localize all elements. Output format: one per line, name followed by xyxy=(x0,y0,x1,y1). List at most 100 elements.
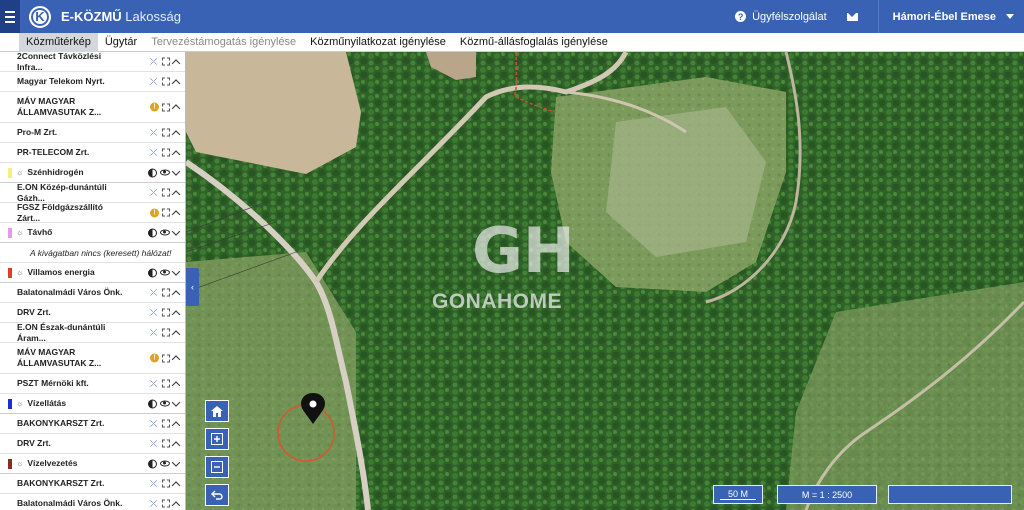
zoom-in-button[interactable] xyxy=(205,428,229,450)
zoom-to-extent-icon[interactable] xyxy=(162,354,170,362)
tab-1[interactable]: Ügytár xyxy=(98,33,144,52)
layer-item[interactable]: BAKONYKARSZT Zrt. ⤫ xyxy=(0,474,185,494)
share-icon[interactable]: ⤫ xyxy=(150,128,159,137)
layer-item[interactable]: PR-TELECOM Zrt. ⤫ xyxy=(0,143,185,163)
eye-icon[interactable] xyxy=(160,269,170,276)
chevron-up-icon[interactable] xyxy=(171,149,181,159)
warning-icon[interactable]: ! xyxy=(150,208,159,217)
share-icon[interactable]: ⤫ xyxy=(150,439,159,448)
chevron-up-icon[interactable] xyxy=(171,58,181,68)
chevron-up-icon[interactable] xyxy=(171,500,181,510)
layer-item[interactable]: DRV Zrt. ⤫ xyxy=(0,303,185,323)
chevron-down-icon[interactable] xyxy=(171,166,181,176)
tab-4[interactable]: Közmű-állásfoglalás igénylése xyxy=(453,33,615,52)
opacity-icon[interactable] xyxy=(148,268,157,277)
map-view[interactable]: GH GONAHOME xyxy=(186,52,1024,510)
layer-group[interactable]: ☼ Villamos energia xyxy=(0,263,185,283)
eye-icon[interactable] xyxy=(160,169,170,176)
warning-icon[interactable]: ! xyxy=(150,102,159,112)
share-icon[interactable]: ⤫ xyxy=(150,308,159,317)
layer-item[interactable]: DRV Zrt. ⤫ xyxy=(0,434,185,454)
layer-item[interactable]: Pro-M Zrt. ⤫ xyxy=(0,123,185,143)
tab-3[interactable]: Közműnyilatkozat igénylése xyxy=(303,33,453,52)
chevron-up-icon[interactable] xyxy=(171,189,181,199)
zoom-out-button[interactable] xyxy=(205,456,229,478)
zoom-to-extent-icon[interactable] xyxy=(162,288,170,297)
scale-ratio[interactable]: M = 1 : 2500 xyxy=(777,485,877,504)
share-icon[interactable]: ⤫ xyxy=(150,77,159,86)
menu-icon[interactable] xyxy=(0,0,20,33)
eye-icon[interactable] xyxy=(160,229,170,236)
chevron-up-icon[interactable] xyxy=(171,329,181,339)
zoom-to-extent-icon[interactable] xyxy=(162,419,170,428)
zoom-to-extent-icon[interactable] xyxy=(162,479,170,488)
zoom-to-extent-icon[interactable] xyxy=(162,103,170,111)
opacity-icon[interactable] xyxy=(148,459,157,468)
chevron-up-icon[interactable] xyxy=(171,289,181,299)
layer-item[interactable]: MÁV MAGYAR ÁLLAMVASUTAK Z...! xyxy=(0,92,185,123)
zoom-to-extent-icon[interactable] xyxy=(162,439,170,448)
layer-group[interactable]: ☼ Vízelvezetés xyxy=(0,454,185,474)
chevron-down-icon[interactable] xyxy=(171,457,181,467)
collapse-sidebar-button[interactable]: ‹ xyxy=(186,268,199,306)
layer-item[interactable]: Balatonalmádi Város Önk. ⤫ xyxy=(0,283,185,303)
chevron-down-icon[interactable] xyxy=(171,226,181,236)
back-button[interactable] xyxy=(205,484,229,506)
layer-item[interactable]: 2Connect Távközlési Infra... ⤫ xyxy=(0,52,185,72)
layer-item[interactable]: BAKONYKARSZT Zrt. ⤫ xyxy=(0,414,185,434)
zoom-to-extent-icon[interactable] xyxy=(162,148,170,157)
zoom-to-extent-icon[interactable] xyxy=(162,499,170,508)
zoom-to-extent-icon[interactable] xyxy=(162,208,170,217)
chevron-up-icon[interactable] xyxy=(171,380,181,390)
layer-group[interactable]: ☼ Szénhidrogén xyxy=(0,163,185,183)
chevron-up-icon[interactable] xyxy=(171,104,181,113)
mail-icon[interactable] xyxy=(846,12,858,21)
ekozmu-logo[interactable]: K xyxy=(29,5,51,28)
customer-service-link[interactable]: ? Ügyfélszolgálat xyxy=(735,11,827,23)
chevron-up-icon[interactable] xyxy=(171,78,181,88)
layer-item[interactable]: Magyar Telekom Nyrt. ⤫ xyxy=(0,72,185,92)
opacity-icon[interactable] xyxy=(148,228,157,237)
eye-icon[interactable] xyxy=(160,460,170,467)
share-icon[interactable]: ⤫ xyxy=(150,379,159,388)
zoom-to-extent-icon[interactable] xyxy=(162,308,170,317)
layer-item[interactable]: E.ON Közép-dunántúli Gázh... ⤫ xyxy=(0,182,185,203)
layer-item[interactable]: FGSZ Földgázszállító Zárt...! xyxy=(0,202,185,223)
layer-item[interactable]: E.ON Észak-dunántúli Áram... ⤫ xyxy=(0,322,185,343)
layer-group[interactable]: ☼ Vízellátás xyxy=(0,394,185,414)
share-icon[interactable]: ⤫ xyxy=(150,288,159,297)
share-icon[interactable]: ⤫ xyxy=(150,479,159,488)
chevron-up-icon[interactable] xyxy=(171,480,181,490)
share-icon[interactable]: ⤫ xyxy=(150,57,159,66)
zoom-to-extent-icon[interactable] xyxy=(162,57,170,66)
zoom-to-extent-icon[interactable] xyxy=(162,328,170,337)
share-icon[interactable]: ⤫ xyxy=(150,419,159,428)
chevron-down-icon[interactable] xyxy=(171,266,181,276)
chevron-down-icon[interactable] xyxy=(171,397,181,407)
chevron-up-icon[interactable] xyxy=(171,309,181,319)
chevron-up-icon[interactable] xyxy=(171,355,181,364)
zoom-to-extent-icon[interactable] xyxy=(162,379,170,388)
tab-0[interactable]: Közműtérkép xyxy=(19,32,98,52)
chevron-up-icon[interactable] xyxy=(171,209,181,219)
layer-item[interactable]: MÁV MAGYAR ÁLLAMVASUTAK Z...! xyxy=(0,343,185,374)
share-icon[interactable]: ⤫ xyxy=(150,188,159,197)
share-icon[interactable]: ⤫ xyxy=(150,328,159,337)
opacity-icon[interactable] xyxy=(148,168,157,177)
warning-icon[interactable]: ! xyxy=(150,353,159,363)
layer-group[interactable]: ☼ Távhő xyxy=(0,223,185,243)
zoom-to-extent-icon[interactable] xyxy=(162,128,170,137)
chevron-up-icon[interactable] xyxy=(171,440,181,450)
opacity-icon[interactable] xyxy=(148,399,157,408)
home-button[interactable] xyxy=(205,400,229,422)
chevron-up-icon[interactable] xyxy=(171,129,181,139)
share-icon[interactable]: ⤫ xyxy=(150,499,159,508)
layer-item[interactable]: PSZT Mérnöki kft. ⤫ xyxy=(0,374,185,394)
zoom-to-extent-icon[interactable] xyxy=(162,77,170,86)
layer-item[interactable]: Balatonalmádi Város Önk. ⤫ xyxy=(0,494,185,510)
eye-icon[interactable] xyxy=(160,400,170,407)
share-icon[interactable]: ⤫ xyxy=(150,148,159,157)
zoom-to-extent-icon[interactable] xyxy=(162,188,170,197)
chevron-up-icon[interactable] xyxy=(171,420,181,430)
user-menu[interactable]: Hámori-Ébel Emese xyxy=(879,11,1024,23)
